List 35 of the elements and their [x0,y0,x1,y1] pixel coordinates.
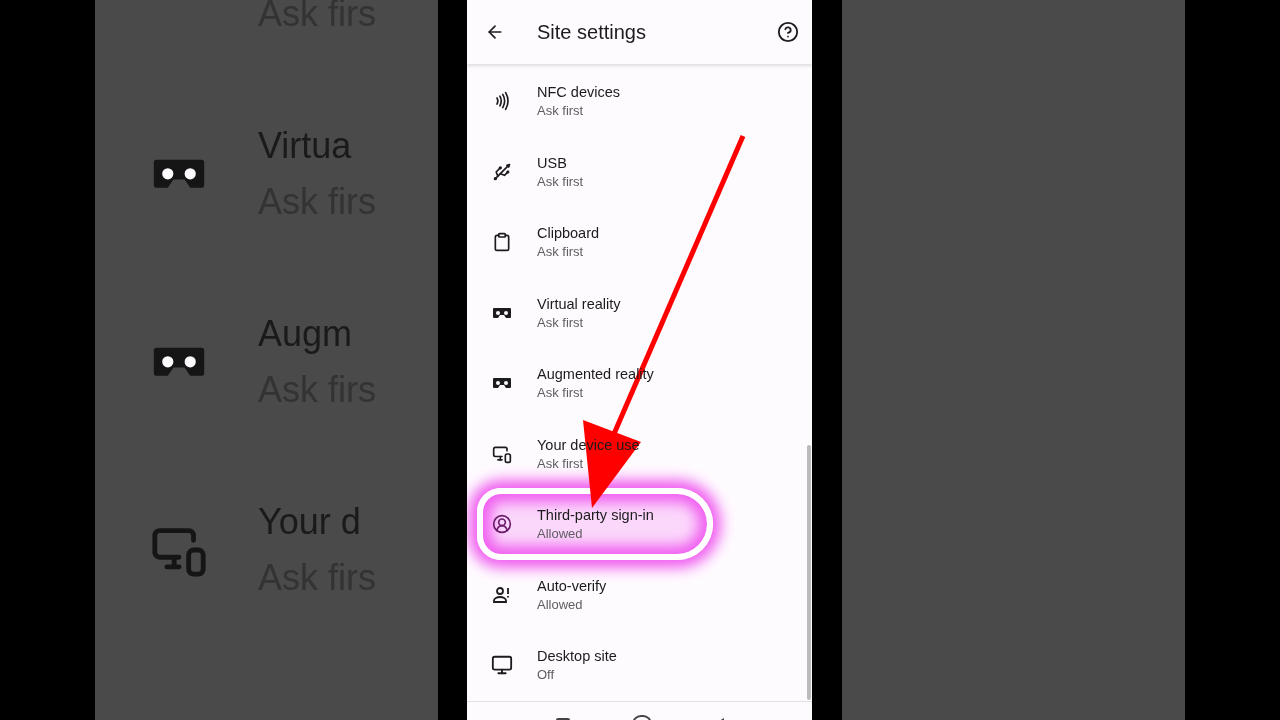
item-title: Desktop site [537,648,617,665]
item-title: USB [537,154,568,171]
item-subtitle: Ask first [537,385,585,401]
clipboard-icon [492,232,512,253]
item-subtitle: Allowed [537,596,584,612]
item-subtitle: Ask first [537,314,585,330]
settings-item[interactable]: Virtual reality Ask first [467,277,812,348]
settings-item[interactable]: NFC devices Ask first [467,66,812,137]
goggles-icon [151,345,207,379]
item-subtitle: Ask first [537,173,584,189]
help-icon [777,21,799,43]
goggles-icon [151,157,207,191]
settings-item[interactable]: Desktop site Off [467,630,812,701]
user-circle-icon [492,514,512,535]
item-title: Virtual reality [537,295,621,312]
usb-icon [492,161,512,182]
item-subtitle: Ask first [537,103,585,119]
settings-item[interactable]: Clipboard Ask first [467,207,812,278]
goggles-icon [492,306,512,319]
item-title: NFC devices [537,84,620,101]
item-subtitle: Off [537,667,556,683]
monitor-icon [491,654,513,677]
page-title: Site settings [537,20,647,44]
item-subtitle: Allowed [537,526,584,542]
item-subtitle: Ask first [537,455,585,471]
settings-item[interactable]: USB Ask first [467,136,812,207]
settings-item[interactable]: Third-party sign-in Allowed [467,489,812,560]
item-title: Clipboard [537,225,600,242]
settings-item[interactable]: Auto-verify Allowed [467,559,812,630]
goggles-icon [492,377,512,390]
help-button[interactable] [776,20,800,44]
person-alert-icon [493,585,511,604]
item-subtitle: Ask first [537,244,585,260]
item-title: Third-party sign-in [537,507,654,524]
item-title: Auto-verify [537,577,607,594]
